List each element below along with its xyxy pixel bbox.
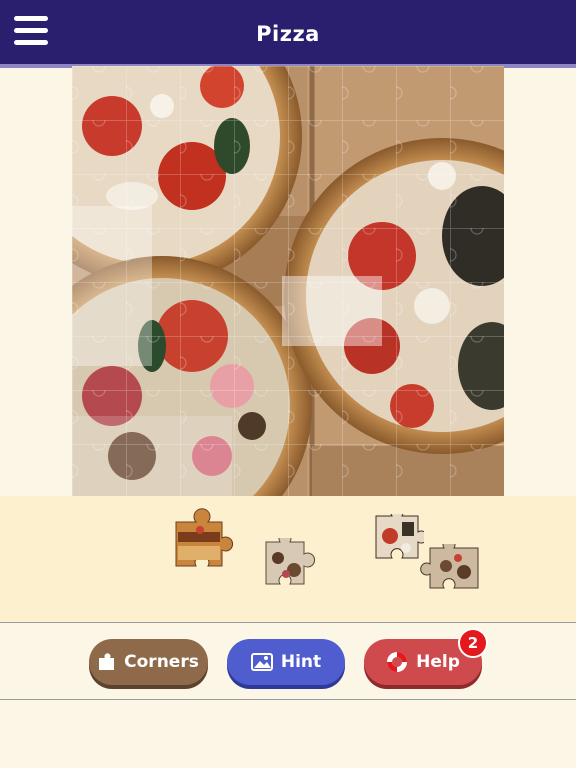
puzzle-image: [72, 66, 504, 496]
hint-button[interactable]: Hint: [227, 639, 345, 685]
puzzle-corner-icon: [99, 653, 115, 670]
help-button[interactable]: Help 2: [364, 628, 488, 685]
hamburger-icon: [14, 16, 48, 21]
corners-label: Corners: [124, 652, 199, 672]
corners-button[interactable]: Corners: [89, 639, 208, 685]
page-title: Pizza: [256, 22, 320, 46]
puzzle-piece[interactable]: [420, 544, 484, 594]
image-icon: [250, 653, 273, 671]
puzzle-piece[interactable]: [172, 508, 236, 584]
puzzle-piece[interactable]: [374, 514, 424, 574]
help-label: Help: [416, 652, 460, 672]
puzzle-piece[interactable]: [264, 538, 328, 590]
bottom-toolbar: Corners Hint Help 2: [0, 624, 576, 700]
lifebuoy-icon: [387, 652, 408, 672]
hint-label: Hint: [280, 652, 322, 672]
piece-tray: [0, 496, 576, 623]
header-bar: Pizza: [0, 0, 576, 68]
help-count-badge: 2: [458, 628, 488, 658]
puzzle-board[interactable]: [72, 66, 504, 496]
